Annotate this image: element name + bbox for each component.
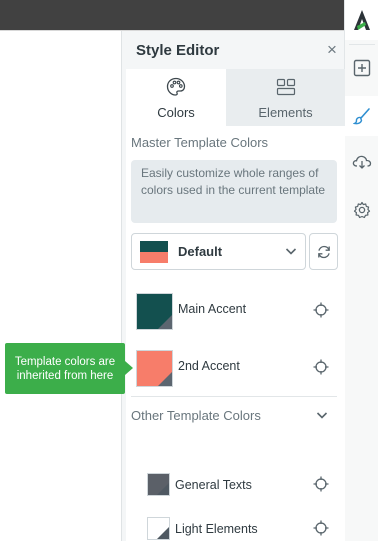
layout-icon <box>276 78 295 96</box>
main-accent-row[interactable]: Main Accent <box>126 286 345 336</box>
tab-elements-label: Elements <box>258 105 313 120</box>
master-colors-title: Master Template Colors <box>131 135 269 150</box>
template-select-value: Default <box>178 244 223 259</box>
panel-title: Style Editor <box>136 42 220 59</box>
colors-content: Master Template Colors Easily customize … <box>126 126 345 541</box>
crosshair-icon[interactable] <box>312 358 330 376</box>
editor-tabs: Colors Elements <box>122 69 345 126</box>
general-texts-swatch[interactable] <box>147 473 170 496</box>
refresh-icon <box>317 245 330 258</box>
palette-icon <box>166 77 186 96</box>
chevron-down-icon[interactable] <box>315 408 329 422</box>
tooltip-arrow <box>125 361 133 375</box>
section-divider <box>131 396 337 397</box>
tab-colors-label: Colors <box>157 105 195 120</box>
general-texts-label: General Texts <box>175 478 252 492</box>
app-logo[interactable] <box>345 0 378 40</box>
crosshair-icon[interactable] <box>312 301 330 319</box>
brush-icon <box>353 108 370 125</box>
main-accent-label: Main Accent <box>178 302 247 316</box>
top-bar <box>0 0 344 30</box>
crosshair-icon[interactable] <box>312 519 330 537</box>
light-elements-label: Light Elements <box>175 522 258 536</box>
light-elements-row[interactable]: Light Elements <box>126 514 345 541</box>
master-colors-hint: Easily customize whole ranges of colors … <box>131 160 337 223</box>
main-accent-swatch[interactable] <box>136 293 173 330</box>
tab-colors[interactable]: Colors <box>126 69 226 126</box>
close-icon: × <box>327 40 337 59</box>
reset-colors-button[interactable] <box>309 233 338 270</box>
rail-separator <box>349 44 375 45</box>
style-editor-button[interactable] <box>345 96 378 136</box>
second-accent-label: 2nd Accent <box>178 359 240 373</box>
download-button[interactable] <box>345 142 378 182</box>
tab-elements[interactable]: Elements <box>226 69 345 126</box>
logo-icon <box>354 10 370 30</box>
panel-header: Style Editor × <box>122 31 345 69</box>
second-accent-swatch[interactable] <box>136 350 173 387</box>
close-button[interactable]: × <box>325 40 339 59</box>
add-element-button[interactable] <box>345 48 378 88</box>
other-colors-title[interactable]: Other Template Colors <box>131 408 261 423</box>
template-color-select[interactable]: Default <box>131 233 306 270</box>
general-texts-row[interactable]: General Texts <box>126 470 345 498</box>
settings-button[interactable] <box>345 190 378 230</box>
cloud-download-icon <box>352 155 372 169</box>
inherited-colors-tooltip: Template colors are inherited from here <box>5 343 125 394</box>
gear-icon <box>353 201 371 219</box>
chevron-down-icon <box>285 248 297 255</box>
template-swatch <box>140 241 168 263</box>
second-accent-row[interactable]: 2nd Accent <box>126 343 345 393</box>
right-icon-rail <box>344 0 378 541</box>
style-editor-panel: Style Editor × Colors Elements Master Te… <box>121 31 345 541</box>
add-icon <box>353 59 371 77</box>
light-elements-swatch[interactable] <box>147 517 170 540</box>
crosshair-icon[interactable] <box>312 475 330 493</box>
